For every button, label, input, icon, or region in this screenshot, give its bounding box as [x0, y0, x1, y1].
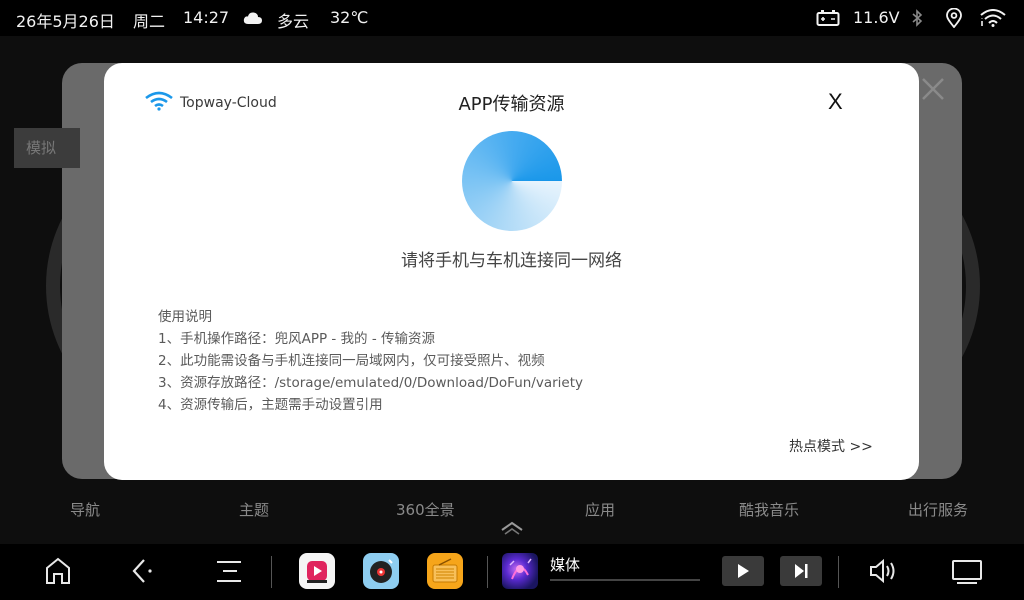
loading-spinner-icon — [462, 131, 562, 231]
status-voltage: 11.6V — [853, 8, 900, 27]
battery-icon — [816, 9, 840, 31]
home-icon[interactable] — [45, 556, 71, 590]
app-video-player-icon[interactable] — [299, 553, 335, 589]
status-bar: 26年5月26日 周二 14:27 多云 32℃ 11.6V — [0, 0, 1024, 36]
nav-item-travel-services[interactable]: 出行服务 — [908, 499, 968, 520]
dock-divider — [838, 556, 839, 588]
status-time: 14:27 — [183, 8, 230, 27]
play-button[interactable] — [722, 556, 764, 586]
app-transfer-dialog: Topway-Cloud APP传输资源 X 请将手机与车机连接同一网络 使用说… — [104, 63, 919, 480]
nav-item-kuwo-music[interactable]: 酷我音乐 — [739, 499, 799, 520]
instruction-item: 2、此功能需设备与手机连接同一局域网内，仅可接受照片、视频 — [158, 353, 545, 369]
background-close-icon — [918, 74, 948, 104]
instruction-item: 1、手机操作路径：兜风APP - 我的 - 传输资源 — [158, 331, 436, 347]
wifi-icon — [980, 9, 1006, 31]
dock-divider — [487, 556, 488, 588]
nav-item-apps[interactable]: 应用 — [585, 499, 615, 520]
media-album-art[interactable] — [502, 553, 538, 589]
instruction-item: 3、资源存放路径：/storage/emulated/0/Download/Do… — [158, 375, 584, 391]
next-track-button[interactable] — [780, 556, 822, 586]
close-button[interactable]: X — [828, 89, 843, 115]
nav-item-theme[interactable]: 主题 — [239, 499, 269, 520]
status-weather: 多云 — [277, 12, 310, 31]
app-music-player-icon[interactable] — [363, 553, 399, 589]
hotspot-mode-link[interactable]: 热点模式 >> — [789, 436, 873, 456]
instruction-item: 4、资源传输后，主题需手动设置引用 — [158, 397, 383, 413]
status-temperature: 32℃ — [330, 8, 369, 27]
skip-next-icon — [795, 564, 808, 578]
instructions-title: 使用说明 — [158, 309, 212, 325]
bluetooth-icon — [911, 9, 923, 31]
media-title: 媒体 — [550, 556, 581, 574]
instructions: 使用说明 1、手机操作路径：兜风APP - 我的 - 传输资源 2、此功能需设备… — [158, 306, 583, 416]
media-progress-bar[interactable] — [550, 579, 700, 581]
back-icon[interactable] — [130, 556, 156, 590]
status-weekday: 周二 — [133, 12, 166, 31]
mode-label: 模拟 — [14, 128, 80, 168]
menu-icon[interactable] — [215, 556, 243, 590]
screen-icon[interactable] — [951, 556, 983, 590]
dialog-title: APP传输资源 — [458, 94, 565, 115]
nav-item-navigation[interactable]: 导航 — [70, 499, 100, 520]
location-icon — [945, 7, 963, 32]
nav-item-360[interactable]: 360全景 — [396, 499, 455, 520]
status-date: 26年5月26日 — [16, 12, 115, 31]
cloud-icon — [243, 10, 263, 29]
chevron-up-icon[interactable] — [500, 520, 524, 539]
app-radio-icon[interactable] — [427, 553, 463, 589]
volume-icon[interactable] — [868, 556, 898, 590]
network-hint: 请将手机与车机连接同一网络 — [401, 251, 622, 271]
play-icon — [738, 564, 749, 578]
dock-divider — [271, 556, 272, 588]
